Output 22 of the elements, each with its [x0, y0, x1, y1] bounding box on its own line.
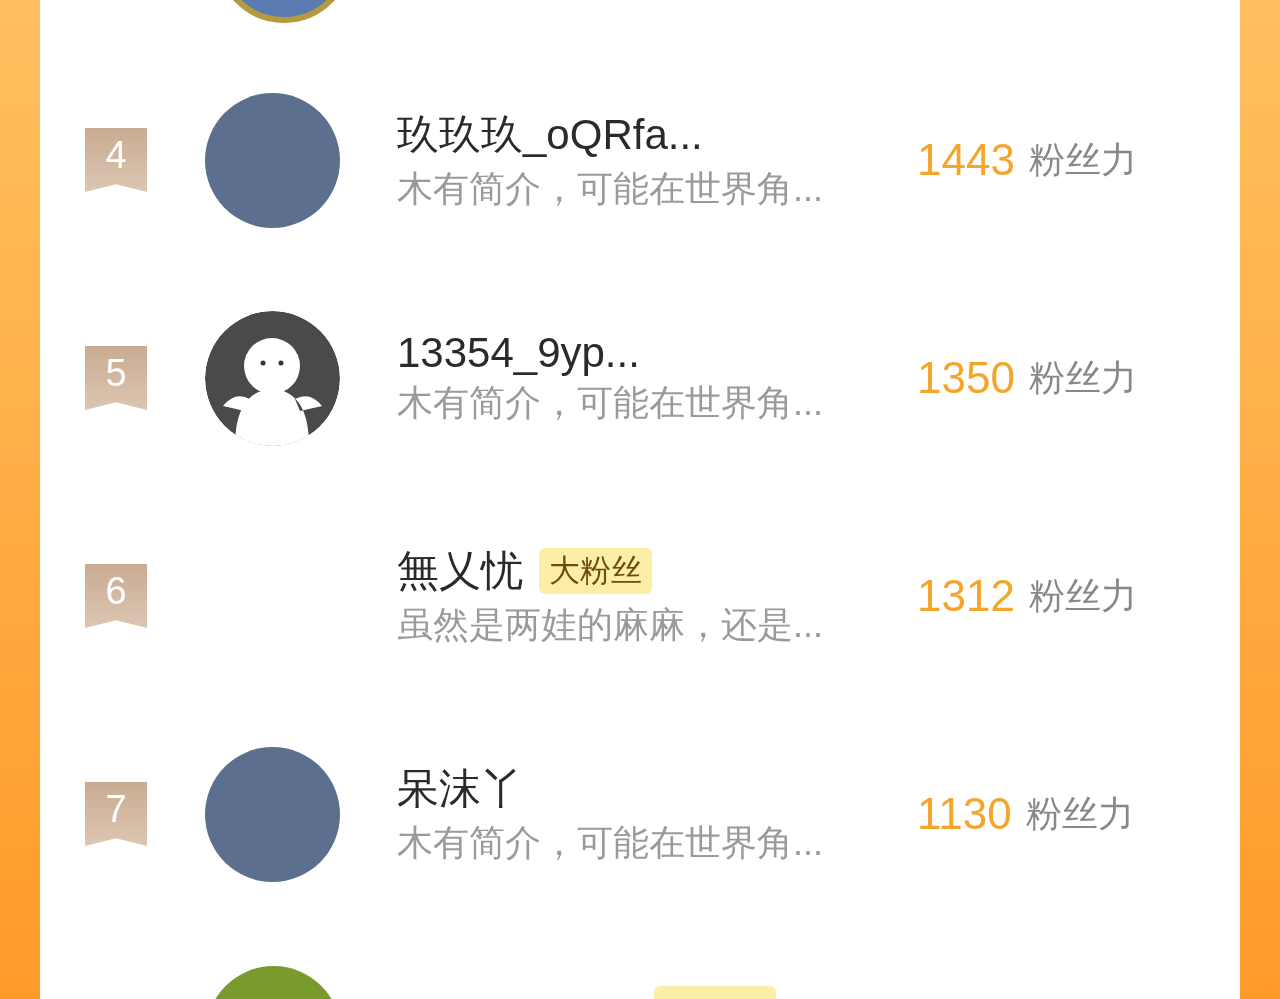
user-name: 13354_9yp...	[397, 328, 640, 377]
rank-badge: 5	[85, 346, 147, 410]
default-avatar-icon[interactable]	[205, 310, 340, 446]
rank-badge: 4	[85, 128, 147, 192]
fan-score: 1312	[917, 571, 1015, 621]
user-name: 無乂忧	[397, 545, 523, 596]
fan-score: 1130	[917, 789, 1012, 839]
rank-badge: 7	[85, 782, 147, 846]
fan-score: 1350	[917, 353, 1015, 403]
fan-tag: 大粉丝	[539, 547, 652, 594]
user-name: 玖玖玖_oQRfa...	[397, 109, 703, 160]
score-unit: 粉丝力	[1028, 137, 1137, 182]
user-bio: 木有简介，可能在世界角...	[397, 380, 824, 425]
score-unit: 粉丝力	[1028, 355, 1137, 400]
fan-score: 1443	[917, 135, 1015, 185]
rank-badge: 6	[85, 564, 147, 628]
user-bio: 木有简介，可能在世界角...	[397, 820, 824, 865]
score-unit: 粉丝力	[1028, 573, 1137, 618]
score-unit: 粉丝力	[1025, 791, 1134, 836]
user-bio: 虽然是两娃的麻麻，还是...	[397, 602, 824, 647]
user-bio: 木有简介，可能在世界角...	[397, 166, 824, 211]
user-name: 呆沫丫	[397, 763, 523, 814]
